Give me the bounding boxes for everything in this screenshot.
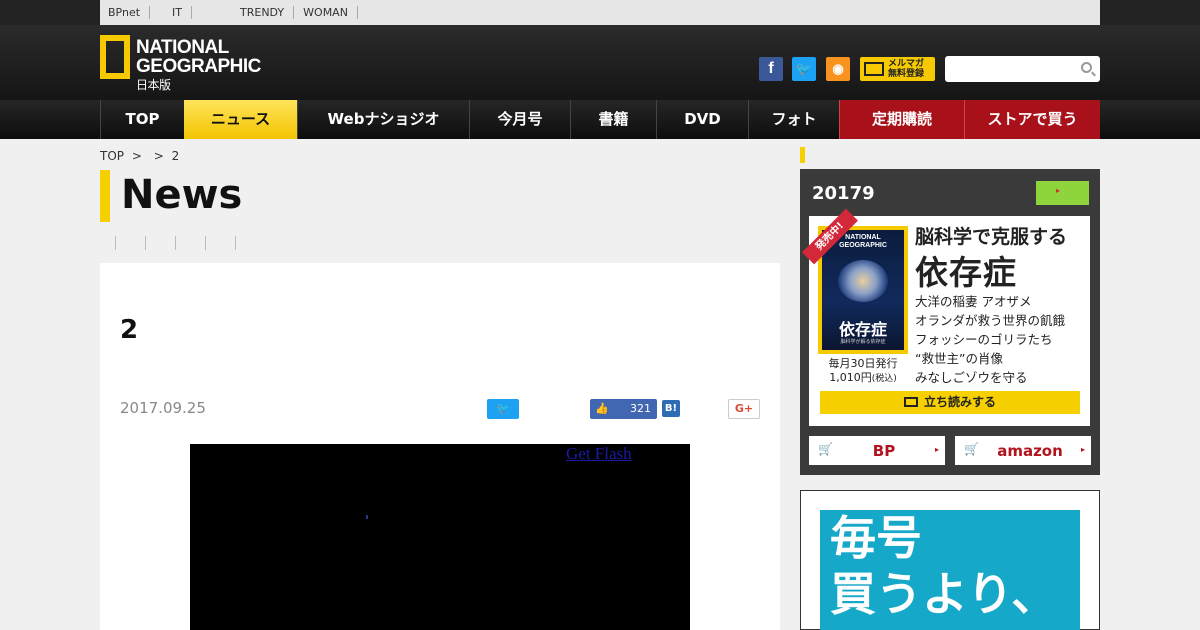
nav-top[interactable]: TOP [100, 100, 184, 139]
preview-button[interactable]: 立ち読みする [820, 391, 1080, 414]
issue-price: 1,010円 [829, 371, 872, 384]
nav-webnatgeo[interactable]: Webナショジオ [297, 100, 469, 139]
site-logo[interactable]: NATIONAL GEOGRAPHIC 日本版 [100, 35, 261, 92]
article-title: 2 [120, 315, 139, 345]
sidebar-accent [800, 147, 805, 163]
arrow-right-icon: ▸ [1080, 445, 1085, 454]
issue-tax: (税込) [871, 374, 897, 384]
twitter-icon: 🐦 [496, 402, 510, 415]
player-artifact [366, 515, 368, 519]
buy-amazon-button[interactable]: 🛒 amazon ▸ [955, 436, 1091, 465]
util-link-trendy[interactable]: TRENDY [231, 6, 295, 19]
nav-photo[interactable]: フォト [748, 100, 839, 139]
util-link-bpnet[interactable]: BPnet [108, 6, 151, 19]
get-flash-link[interactable]: Get Flash [566, 444, 632, 464]
breadcrumb-top[interactable]: TOP [100, 149, 124, 163]
breadcrumb-current: 2 [171, 149, 180, 163]
search-icon[interactable] [1081, 62, 1092, 73]
arrow-right-icon: ▸ [934, 445, 939, 454]
feature-item: みなしごゾウを守る [915, 370, 1028, 385]
feature-item: 大洋の稲妻 アオザメ [915, 294, 1032, 309]
magazine-card[interactable]: NATIONAL GEOGRAPHIC 依存症 脳科学が解る依存症 発売中! 毎… [802, 208, 1090, 426]
chevron-right-icon: > [131, 149, 142, 163]
feature-item: オランダが救う世界の飢餓 [915, 313, 1066, 328]
issue-schedule: 毎月30日発行 [828, 357, 898, 370]
thumbs-up-icon: 👍 [595, 402, 609, 415]
util-link-woman[interactable]: WOMAN [294, 6, 358, 19]
facebook-like-button[interactable]: 👍 321 [590, 399, 657, 419]
feature-item: フォッシーのゴリラたち [915, 332, 1053, 347]
nav-subscribe[interactable]: 定期購読 [839, 100, 964, 139]
magazine-more-button[interactable] [1036, 181, 1089, 205]
cart-icon: 🛒 [818, 442, 833, 456]
logo-line2: GEOGRAPHIC [136, 56, 261, 77]
chevron-right-icon: > [153, 149, 164, 163]
buy-bp-button[interactable]: 🛒 BP ▸ [809, 436, 945, 465]
main-nav: TOP ニュース Webナショジオ 今月号 書籍 DVD フォト 定期購読 スト… [0, 100, 1200, 139]
mailmag-line2: 無料登録 [888, 69, 925, 79]
nav-dvd[interactable]: DVD [656, 100, 748, 139]
article-date: 2017.09.25 [120, 399, 206, 417]
brain-image [838, 260, 888, 302]
preview-label: 立ち読みする [923, 395, 996, 409]
twitter-icon[interactable]: 🐦 [792, 57, 816, 81]
nav-this-month[interactable]: 今月号 [469, 100, 570, 139]
site-header: NATIONAL GEOGRAPHIC 日本版 f 🐦 ◉ メルマガ 無料登録 [0, 25, 1200, 100]
util-link-it[interactable]: IT [163, 6, 193, 19]
mailmag-line1: メルマガ [888, 59, 925, 69]
logo-line3: 日本版 [136, 78, 171, 92]
nav-news[interactable]: ニュース [184, 100, 297, 139]
feature-list: 大洋の稲妻 アオザメ オランダが救う世界の飢餓 フォッシーのゴリラたち “救世主… [915, 292, 1065, 387]
hatena-bookmark-button[interactable]: B! [662, 400, 680, 417]
book-icon [903, 397, 918, 407]
article-card: 2 2017.09.25 🐦 👍 321 B! G+ Get Flash [100, 263, 780, 630]
utility-bar: BPnet IT TRENDY WOMAN [0, 0, 1200, 25]
ad-line1: 毎号 [830, 511, 922, 565]
title-accent-bar [100, 170, 110, 222]
facebook-icon[interactable]: f [759, 57, 783, 81]
tweet-button[interactable]: 🐦 [487, 399, 519, 419]
feature-main: 依存症 [915, 253, 1017, 292]
envelope-icon [864, 62, 884, 76]
cart-icon: 🛒 [964, 442, 979, 456]
issue-price-line: 1,010円(税込) [818, 371, 908, 386]
buy-amazon-label: amazon [997, 442, 1063, 460]
flash-player[interactable]: Get Flash [190, 444, 690, 630]
issue-info: 毎月30日発行 1,010円(税込) [818, 357, 908, 386]
cover-title: 依存症 [838, 320, 887, 339]
feature-lead: 脳科学で克服する [915, 226, 1068, 248]
utility-links: BPnet IT TRENDY WOMAN [100, 0, 1100, 25]
search-input[interactable] [945, 56, 1100, 82]
mail-magazine-button[interactable]: メルマガ 無料登録 [860, 57, 935, 81]
magazine-heading: 20179 [812, 183, 875, 204]
feature-item: “救世主”の肖像 [915, 351, 1003, 366]
ad-banner[interactable]: 毎号 買うより、 [820, 510, 1080, 630]
mailmag-label: メルマガ 無料登録 [888, 59, 924, 79]
magazine-box: 20179 NATIONAL GEOGRAPHIC 依存症 脳科学が解る依存症 … [800, 169, 1100, 475]
cover-subtitle: 脳科学が解る依存症 [840, 339, 886, 345]
buy-bp-label: BP [872, 442, 896, 460]
like-count: 321 [630, 402, 651, 415]
rss-icon[interactable]: ◉ [826, 57, 850, 81]
nav-books[interactable]: 書籍 [570, 100, 656, 139]
nav-store[interactable]: ストアで買う [964, 100, 1100, 139]
page-title: News [121, 172, 243, 218]
logo-frame-icon [100, 35, 130, 79]
ad-line2: 買うより、 [830, 567, 1058, 621]
breadcrumb: TOP > > 2 [100, 149, 183, 163]
google-plus-button[interactable]: G+ [728, 399, 760, 419]
sidebar-ad[interactable]: 毎号 買うより、 [800, 490, 1100, 630]
